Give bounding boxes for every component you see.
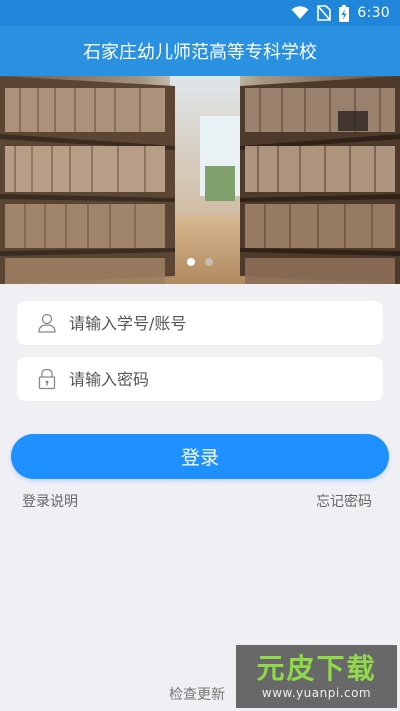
status-bar: 6:30 xyxy=(0,0,400,26)
account-input[interactable] xyxy=(69,313,349,333)
carousel-dot-1[interactable] xyxy=(187,258,195,266)
watermark-logo: 元皮下载 www.yuanpi.com xyxy=(236,645,397,708)
watermark-url: www.yuanpi.com xyxy=(261,685,372,700)
password-field[interactable] xyxy=(17,357,383,401)
library-banner-image xyxy=(0,76,400,284)
user-icon xyxy=(37,312,57,334)
page-title: 石家庄幼儿师范高等专科学校 xyxy=(83,42,317,63)
no-sim-icon xyxy=(317,5,332,21)
wifi-icon xyxy=(291,6,309,20)
battery-icon xyxy=(339,4,350,22)
lock-icon xyxy=(37,368,57,390)
carousel-dot-2[interactable] xyxy=(205,258,213,266)
account-field[interactable] xyxy=(17,301,383,345)
banner-carousel[interactable] xyxy=(0,76,400,284)
status-time: 6:30 xyxy=(357,5,390,21)
app-header: 石家庄幼儿师范高等专科学校 xyxy=(0,26,400,76)
forgot-password-link[interactable]: 忘记密码 xyxy=(316,491,372,511)
login-button[interactable]: 登录 xyxy=(11,434,389,479)
login-screen: 6:30 石家庄幼儿师范高等专科学校 请输入学号/账号 登录 登录说明 忘记密码… xyxy=(0,0,400,711)
login-help-link[interactable]: 登录说明 xyxy=(22,491,78,511)
password-input[interactable] xyxy=(69,369,349,389)
check-update-link[interactable]: 检查更新 xyxy=(169,684,225,704)
watermark-title: 元皮下载 xyxy=(256,651,377,685)
carousel-indicator xyxy=(0,258,400,270)
